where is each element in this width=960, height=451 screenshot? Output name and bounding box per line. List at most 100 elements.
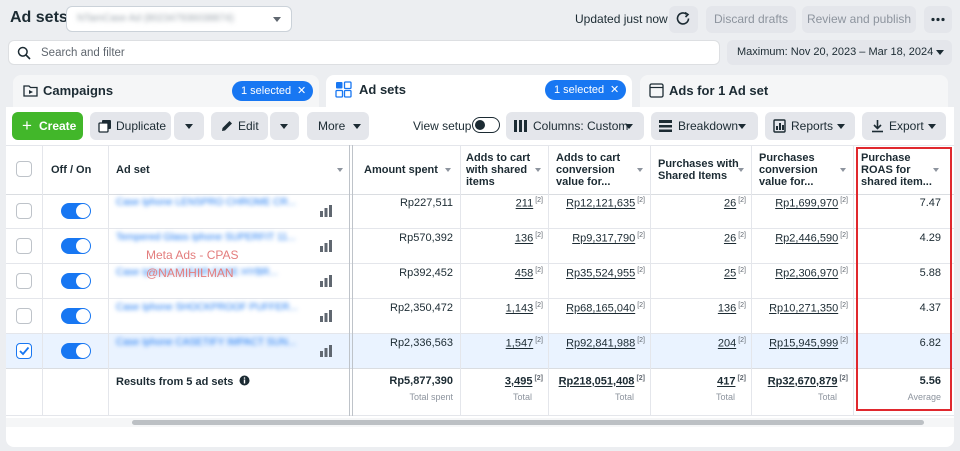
col-header-amount-spent[interactable]: Amount spent <box>364 164 438 176</box>
cell-adds-to-cart-value[interactable]: Rp12,121,635 [2] <box>552 197 645 210</box>
col-header-off-on[interactable]: Off / On <box>51 164 91 176</box>
cell-purchases-value[interactable]: Rp10,271,350 [2] <box>755 302 848 315</box>
tab-campaigns[interactable]: Campaigns 1 selected ✕ <box>13 75 319 107</box>
cell-purchases-value[interactable]: Rp1,699,970 [2] <box>755 197 848 210</box>
cell-purchases-value[interactable]: 26 <box>724 233 736 245</box>
row-on-off-toggle[interactable] <box>61 203 91 219</box>
ad-sets-selected-pill[interactable]: 1 selected ✕ <box>545 80 627 100</box>
cell-purchases-value-value[interactable]: Rp2,306,970 <box>775 268 838 280</box>
cell-adds-to-cart[interactable]: 458 [2] <box>464 267 543 280</box>
row-checkbox[interactable] <box>16 308 32 324</box>
cell-purchases-value-value[interactable]: Rp15,945,999 <box>769 338 838 350</box>
campaigns-selected-pill[interactable]: 1 selected ✕ <box>232 81 314 101</box>
cell-adds-to-cart-value[interactable]: Rp35,524,955 [2] <box>552 267 645 280</box>
chart-icon[interactable] <box>320 240 332 255</box>
account-selector[interactable]: NTamCase Ad (802347936038874) <box>66 6 292 32</box>
sort-icon[interactable] <box>637 168 643 172</box>
ad-set-name-link[interactable]: Case Iphone CASETIFY IMPACT SUN... <box>116 337 296 348</box>
duplicate-button[interactable]: Duplicate <box>90 112 171 140</box>
more-button[interactable]: More <box>307 112 369 140</box>
row-on-off-toggle[interactable] <box>61 238 91 254</box>
breakdown-button[interactable]: Breakdown <box>651 112 758 140</box>
cell-purchases[interactable]: 136 [2] <box>654 302 746 315</box>
col-header-adds-to-cart-value[interactable]: Adds to cart conversion value for... <box>556 152 620 188</box>
cell-adds-to-cart-value[interactable]: 458 <box>515 268 533 280</box>
sort-icon[interactable] <box>535 168 541 172</box>
cell-purchases-value-value[interactable]: Rp1,699,970 <box>775 198 838 210</box>
col-header-ad-set[interactable]: Ad set <box>116 164 150 176</box>
refresh-button[interactable] <box>669 6 698 33</box>
date-range-picker[interactable]: Maximum: Nov 20, 2023 – Mar 18, 2024 <box>727 40 952 65</box>
cell-purchases-value[interactable]: 26 <box>724 198 736 210</box>
cell-purchases-value[interactable]: Rp2,306,970 [2] <box>755 267 848 280</box>
cell-adds-to-cart-value[interactable]: Rp68,165,040 [2] <box>552 302 645 315</box>
row-checkbox[interactable] <box>16 238 32 254</box>
row-on-off-toggle[interactable] <box>61 273 91 289</box>
export-button[interactable]: Export <box>862 112 946 140</box>
sort-icon[interactable] <box>738 168 744 172</box>
cell-purchases-value[interactable]: 204 <box>718 338 736 350</box>
cell-adds-to-cart-value-value[interactable]: Rp92,841,988 <box>566 338 635 350</box>
row-checkbox[interactable] <box>16 203 32 219</box>
sort-icon[interactable] <box>337 168 343 172</box>
ad-set-name-link[interactable]: Case Iphone LENSPRO CHROME CR... <box>116 197 296 208</box>
chart-icon[interactable] <box>320 205 332 220</box>
cell-adds-to-cart[interactable]: 1,547 [2] <box>464 337 543 350</box>
cell-adds-to-cart-value[interactable]: 1,547 <box>506 338 534 350</box>
cell-adds-to-cart-value-value[interactable]: Rp68,165,040 <box>566 303 635 315</box>
row-on-off-toggle[interactable] <box>61 343 91 359</box>
ad-set-name-link[interactable]: Case Iphone SHOCKPROOF PUFFER... <box>116 302 298 313</box>
ad-set-name-link[interactable]: Tempered Glass Iphone SUPERFIT 11... <box>116 232 296 243</box>
cell-purchases-value[interactable]: Rp15,945,999 [2] <box>755 337 848 350</box>
more-options-button[interactable] <box>924 6 952 33</box>
duplicate-dropdown[interactable] <box>174 112 204 140</box>
cell-purchases[interactable]: 26 [2] <box>654 197 746 210</box>
select-all-checkbox[interactable] <box>16 161 32 177</box>
sort-icon[interactable] <box>445 168 451 172</box>
cell-adds-to-cart-value-value[interactable]: Rp12,121,635 <box>566 198 635 210</box>
cell-purchases-value[interactable]: 25 <box>724 268 736 280</box>
view-setup-toggle[interactable] <box>472 117 500 133</box>
cell-adds-to-cart-value-value[interactable]: Rp35,524,955 <box>566 268 635 280</box>
sort-icon[interactable] <box>840 168 846 172</box>
cell-adds-to-cart[interactable]: 1,143 [2] <box>464 302 543 315</box>
row-checkbox[interactable] <box>16 343 32 359</box>
cell-adds-to-cart-value[interactable]: Rp92,841,988 [2] <box>552 337 645 350</box>
chart-icon[interactable] <box>320 345 332 360</box>
cell-adds-to-cart[interactable]: 136 [2] <box>464 232 543 245</box>
cell-purchases-value[interactable]: Rp2,446,590 [2] <box>755 232 848 245</box>
cell-purchases-value-value[interactable]: Rp2,446,590 <box>775 233 838 245</box>
edit-button[interactable]: Edit <box>211 112 268 140</box>
horizontal-scrollbar[interactable] <box>132 420 924 425</box>
cell-purchases-value-value[interactable]: Rp10,271,350 <box>769 303 838 315</box>
cell-adds-to-cart-value[interactable]: 211 <box>516 198 534 210</box>
cell-purchases[interactable]: 204 [2] <box>654 337 746 350</box>
chart-icon[interactable] <box>320 310 332 325</box>
columns-button[interactable]: Columns: Custom <box>506 112 644 140</box>
tab-ads[interactable]: Ads for 1 Ad set <box>640 75 948 107</box>
close-icon[interactable]: ✕ <box>297 81 306 101</box>
reports-button[interactable]: Reports <box>765 112 855 140</box>
close-icon[interactable]: ✕ <box>610 80 619 100</box>
col-header-purchases[interactable]: Purchases with Shared Items <box>658 158 739 182</box>
row-on-off-toggle[interactable] <box>61 308 91 324</box>
info-icon[interactable] <box>239 375 250 386</box>
cell-purchases-value[interactable]: 136 <box>718 303 736 315</box>
cell-adds-to-cart[interactable]: 211 [2] <box>464 197 543 210</box>
tab-ad-sets[interactable]: Ad sets 1 selected ✕ <box>326 75 632 107</box>
cell-purchases[interactable]: 26 [2] <box>654 232 746 245</box>
col-header-adds-to-cart[interactable]: Adds to cart with shared items <box>466 152 530 188</box>
cell-adds-to-cart-value[interactable]: 1,143 <box>506 303 534 315</box>
review-publish-button[interactable]: Review and publish <box>802 6 916 33</box>
col-header-purchases-value[interactable]: Purchases conversion value for... <box>759 152 818 188</box>
search-input[interactable]: Search and filter <box>8 40 720 65</box>
chart-icon[interactable] <box>320 275 332 290</box>
edit-dropdown[interactable] <box>270 112 299 140</box>
cell-purchases[interactable]: 25 [2] <box>654 267 746 280</box>
row-checkbox[interactable] <box>16 273 32 289</box>
cell-adds-to-cart-value[interactable]: 136 <box>515 233 533 245</box>
cell-adds-to-cart-value-value[interactable]: Rp9,317,790 <box>572 233 635 245</box>
discard-drafts-button[interactable]: Discard drafts <box>706 6 796 33</box>
create-button[interactable]: + Create <box>12 112 83 140</box>
cell-adds-to-cart-value[interactable]: Rp9,317,790 [2] <box>552 232 645 245</box>
